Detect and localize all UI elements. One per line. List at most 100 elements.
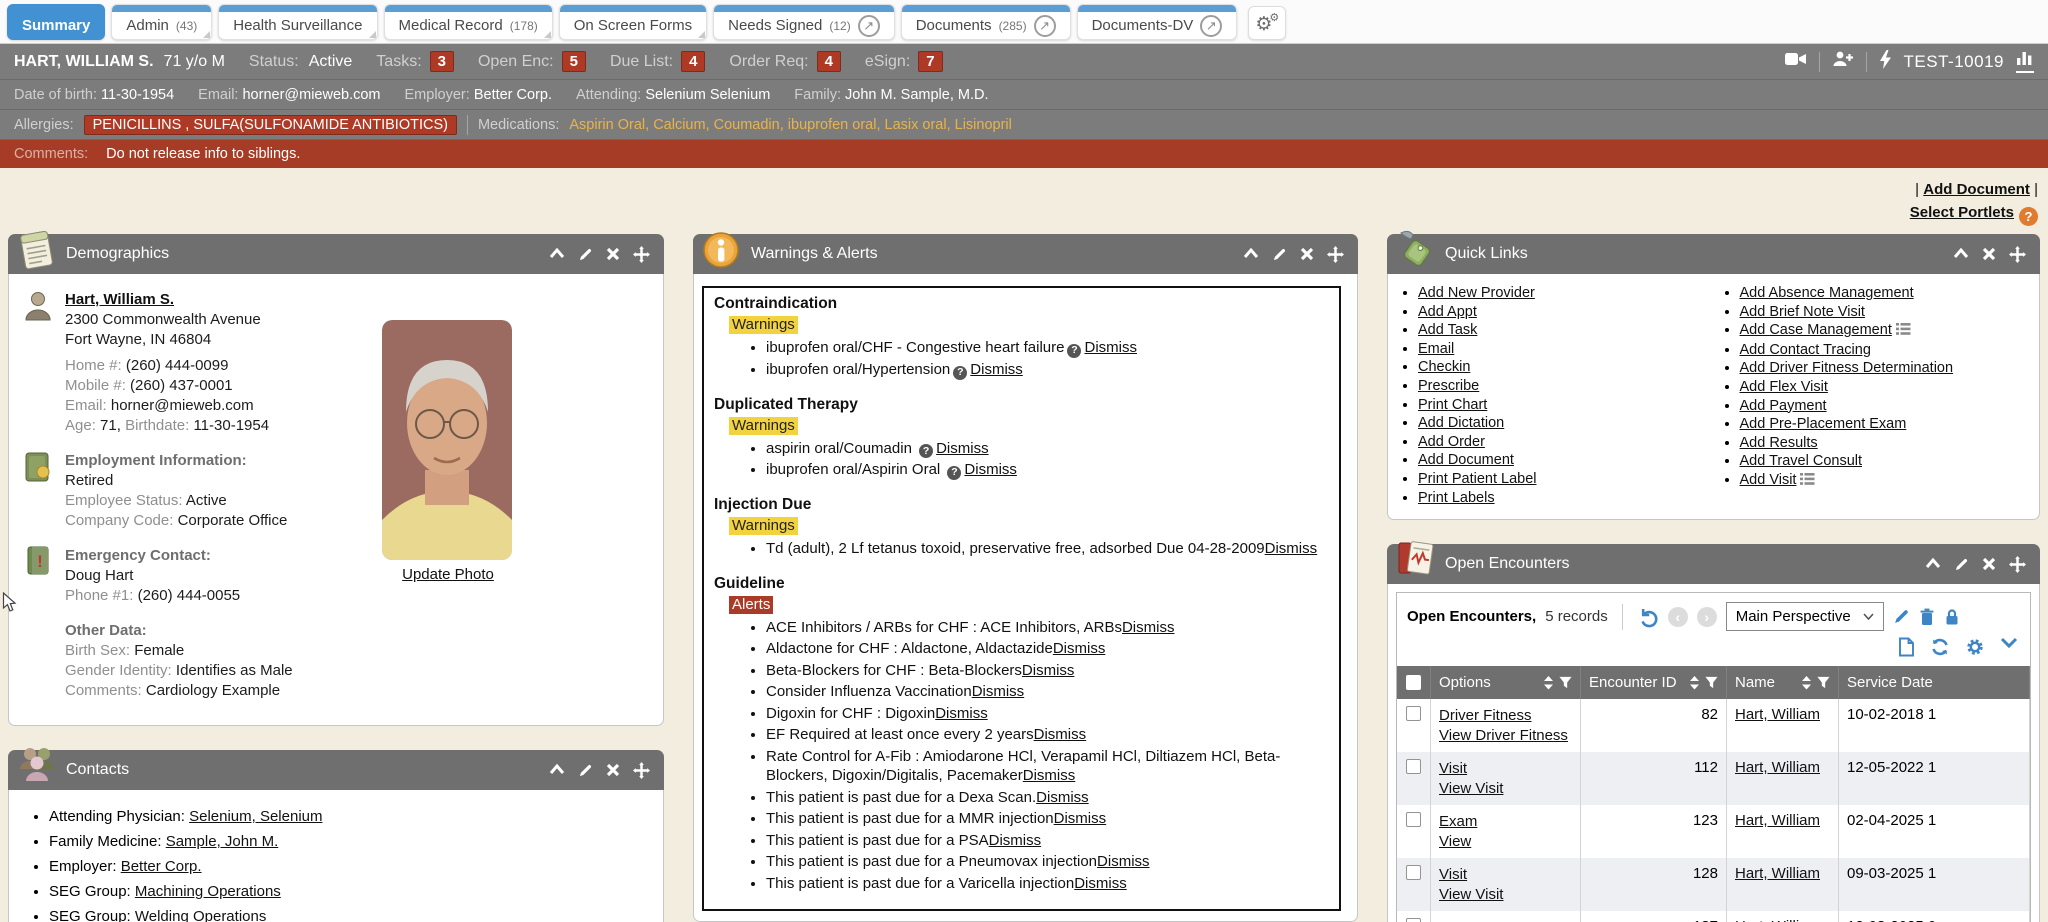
edit-perspective-icon[interactable]	[1893, 608, 1910, 625]
contact-link[interactable]: Better Corp.	[121, 858, 202, 875]
dismiss-link[interactable]: Dismiss	[935, 705, 988, 722]
refresh-icon[interactable]	[1930, 637, 1950, 657]
dismiss-link[interactable]: Dismiss	[1084, 339, 1137, 356]
collapse-icon[interactable]	[1925, 557, 1941, 571]
help-icon[interactable]	[2019, 207, 2038, 226]
edit-icon[interactable]	[1954, 557, 1969, 572]
contact-link[interactable]: Selenium, Selenium	[189, 808, 322, 825]
quick-link[interactable]: Add Document	[1418, 452, 1514, 468]
dismiss-link[interactable]: Dismiss	[936, 440, 989, 457]
edit-icon[interactable]	[578, 247, 593, 262]
move-icon[interactable]	[2009, 556, 2026, 573]
quick-link[interactable]: Add Brief Note Visit	[1740, 304, 1865, 320]
quick-link[interactable]: Prescribe	[1418, 378, 1479, 394]
quick-link[interactable]: Add Travel Consult	[1740, 453, 1863, 469]
collapse-icon[interactable]	[549, 763, 565, 777]
edit-icon[interactable]	[1272, 247, 1287, 262]
quick-link[interactable]: Add New Provider	[1418, 285, 1535, 301]
chart-tab[interactable]: Documents-DV	[1077, 4, 1238, 40]
perspective-select[interactable]: Main Perspective	[1726, 602, 1884, 631]
chart-tab[interactable]: Summary	[7, 4, 105, 40]
chart-tab[interactable]: Admin (43)	[111, 4, 212, 40]
medication-link[interactable]: Calcium	[653, 117, 705, 133]
encounter-type-link[interactable]: Visit	[1439, 865, 1572, 885]
help-icon[interactable]	[919, 444, 933, 458]
contact-link[interactable]: Welding Operations	[135, 908, 266, 922]
close-icon[interactable]	[1982, 247, 1996, 261]
dismiss-link[interactable]: Dismiss	[972, 683, 1025, 700]
encounter-view-link[interactable]: View Visit	[1439, 885, 1572, 905]
encounter-type-link[interactable]: Case Management	[1439, 918, 1572, 922]
dismiss-link[interactable]: Dismiss	[1023, 767, 1076, 784]
column-header-options[interactable]: Options	[1431, 666, 1581, 699]
chart-tab[interactable]: Medical Record (178)	[384, 4, 553, 40]
quick-link[interactable]: Add Payment	[1740, 398, 1827, 414]
chart-tab[interactable]: Health Surveillance	[218, 4, 377, 40]
medication-link[interactable]: Lasix oral	[885, 117, 947, 133]
dismiss-link[interactable]: Dismiss	[1097, 853, 1150, 870]
edit-icon[interactable]	[578, 763, 593, 778]
chart-tab[interactable]: Needs Signed (12)	[713, 4, 895, 40]
quick-link[interactable]: Print Patient Label	[1418, 471, 1537, 487]
dismiss-link[interactable]: Dismiss	[1022, 662, 1075, 679]
quick-link[interactable]: Add Absence Management	[1740, 285, 1914, 301]
encounter-patient-link[interactable]: Hart, William	[1735, 812, 1820, 829]
video-call-icon[interactable]	[1785, 51, 1807, 72]
patient-name-link[interactable]: Hart, William S.	[65, 291, 174, 308]
lock-icon[interactable]	[1944, 608, 1960, 626]
dismiss-link[interactable]: Dismiss	[1036, 789, 1089, 806]
close-icon[interactable]	[1982, 557, 1996, 571]
quick-link[interactable]: Email	[1418, 341, 1454, 357]
encounter-patient-link[interactable]: Hart, William	[1735, 865, 1820, 882]
counter-badge[interactable]: 4	[817, 51, 841, 72]
move-icon[interactable]	[2009, 246, 2026, 263]
encounter-type-link[interactable]: Driver Fitness	[1439, 706, 1572, 726]
move-icon[interactable]	[1327, 246, 1344, 263]
new-record-icon[interactable]	[1898, 637, 1915, 657]
medication-link[interactable]: Aspirin Oral	[569, 117, 645, 133]
help-icon[interactable]	[947, 466, 961, 480]
quick-link[interactable]: Add Results	[1740, 435, 1818, 451]
column-header-encounter-id[interactable]: Encounter ID	[1581, 666, 1727, 699]
encounter-patient-link[interactable]: Hart, William	[1735, 918, 1820, 922]
reset-icon[interactable]	[1637, 606, 1659, 628]
select-portlets-link[interactable]: Select Portlets	[1910, 204, 2014, 221]
popout-icon[interactable]	[1200, 15, 1222, 37]
update-photo-link[interactable]: Update Photo	[402, 566, 494, 583]
dismiss-link[interactable]: Dismiss	[1054, 810, 1107, 827]
encounter-view-link[interactable]: View Driver Fitness	[1439, 726, 1572, 746]
chart-stats-icon[interactable]	[2016, 51, 2034, 73]
select-all-checkbox[interactable]	[1406, 675, 1421, 690]
quick-link[interactable]: Add Order	[1418, 434, 1485, 450]
quick-link[interactable]: Add Pre-Placement Exam	[1740, 416, 1907, 432]
counter-badge[interactable]: 3	[430, 51, 454, 72]
settings-gear-icon[interactable]	[1965, 637, 1985, 657]
row-checkbox[interactable]	[1406, 865, 1421, 880]
counter-badge[interactable]: 5	[562, 51, 586, 72]
chart-tab[interactable]: On Screen Forms	[559, 4, 707, 40]
contact-link[interactable]: Machining Operations	[135, 883, 281, 900]
dismiss-link[interactable]: Dismiss	[1053, 640, 1106, 657]
dismiss-link[interactable]: Dismiss	[989, 832, 1042, 849]
collapse-icon[interactable]	[1243, 247, 1259, 261]
close-icon[interactable]	[606, 247, 620, 261]
quick-link[interactable]: Add Visit	[1740, 472, 1797, 488]
quick-link[interactable]: Add Appt	[1418, 304, 1477, 320]
delete-perspective-icon[interactable]	[1919, 608, 1935, 626]
quick-link[interactable]: Add Driver Fitness Determination	[1740, 360, 1954, 376]
column-header-name[interactable]: Name	[1727, 666, 1839, 699]
allergy-badge[interactable]: PENICILLINS , SULFA(SULFONAMIDE ANTIBIOT…	[84, 115, 457, 135]
move-icon[interactable]	[633, 246, 650, 263]
close-icon[interactable]	[606, 763, 620, 777]
medication-link[interactable]: Coumadin	[714, 117, 780, 133]
encounter-patient-link[interactable]: Hart, William	[1735, 706, 1820, 723]
collapse-grid-icon[interactable]	[2000, 637, 2018, 657]
collapse-icon[interactable]	[549, 247, 565, 261]
popout-icon[interactable]	[1034, 15, 1056, 37]
row-checkbox[interactable]	[1406, 812, 1421, 827]
quick-link[interactable]: Print Labels	[1418, 490, 1495, 506]
dismiss-link[interactable]: Dismiss	[1265, 540, 1318, 557]
lightning-icon[interactable]	[1879, 50, 1892, 74]
move-icon[interactable]	[633, 762, 650, 779]
row-checkbox[interactable]	[1406, 706, 1421, 721]
